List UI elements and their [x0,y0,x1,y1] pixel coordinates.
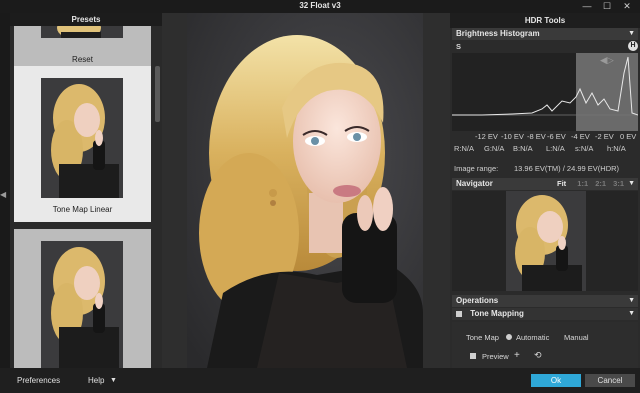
preset-label: Reset [72,55,93,64]
minimize-button[interactable]: — [578,0,596,13]
operations-title: Operations [456,296,499,305]
image-canvas[interactable] [162,13,450,368]
image-range-label: Image range: [454,164,499,173]
portrait-thumbnail-image [41,241,123,368]
preview-checkbox[interactable] [470,353,476,359]
readout-b: B:N/A [513,144,533,153]
preset-card-3[interactable] [14,229,151,368]
automatic-radio[interactable] [506,334,512,340]
preset-thumbnail [41,241,123,368]
window-title: 32 Float v3 [299,1,341,10]
readout-l: L:N/A [546,144,565,153]
shadow-marker[interactable]: S [456,42,461,51]
presets-header: Presets [10,13,162,26]
ev-label: -10 EV [501,132,524,141]
preset-thumbnail [41,78,123,198]
title-bar: 32 Float v3 — ☐ ✕ [0,0,640,13]
readout-r: R:N/A [454,144,475,153]
zoom-3-1[interactable]: 3:1 [613,179,624,188]
histogram-title: Brightness Histogram [456,29,540,38]
svg-text:◀▷: ◀▷ [600,56,614,66]
portrait-thumbnail-image [41,78,123,198]
preferences-button[interactable]: Preferences [17,376,60,385]
automatic-label[interactable]: Automatic [516,333,549,342]
ev-label: -2 EV [595,132,614,141]
operations-section-header[interactable]: Operations ▼ [452,295,638,307]
presets-scrollbar[interactable] [153,26,162,368]
tone-map-label: Tone Map [466,333,499,342]
pixel-readouts: R:N/A G:N/A B:N/A L:N/A s:N/A h:N/A [450,144,640,155]
readout-s: s:N/A [575,144,594,153]
close-button[interactable]: ✕ [618,0,636,13]
zoom-1-1[interactable]: 1:1 [577,179,588,188]
reset-icon[interactable]: ⟲ [534,350,542,361]
collapse-triangle-icon[interactable]: ▼ [628,295,635,307]
tone-mapping-header[interactable]: Tone Mapping ▼ [452,308,638,320]
image-range-value: 13.96 EV(TM) / 24.99 EV(HDR) [514,164,620,173]
add-icon[interactable]: + [514,350,520,361]
navigator-section-header[interactable]: Navigator Fit 1:1 2:1 3:1 ▼ [452,178,638,190]
preset-thumbnail [41,26,123,38]
navigator-zoom-controls: Fit 1:1 2:1 3:1 [557,178,624,190]
maximize-button[interactable]: ☐ [598,0,616,13]
portrait-thumbnail-image [41,26,123,38]
tone-mapping-options: Tone Map Automatic Manual Preview + ⟲ [452,322,638,368]
zoom-2-1[interactable]: 2:1 [595,179,606,188]
ev-label: -12 EV [475,132,498,141]
scrollbar-thumb[interactable] [155,66,160,122]
tone-mapping-title: Tone Mapping [470,309,524,318]
collapse-triangle-icon[interactable]: ▼ [628,28,635,40]
bottom-bar: Preferences Help ▼ Ok Cancel [0,368,640,393]
ev-scale: -12 EV -10 EV -8 EV -6 EV -4 EV -2 EV 0 … [450,132,640,143]
tone-mapping-enable-checkbox[interactable] [456,310,462,317]
main-photo [187,13,423,368]
preset-label: Tone Map Linear [52,205,113,214]
hdr-tools-header: HDR Tools [450,13,640,28]
navigator-title: Navigator [456,179,493,188]
presets-panel: Presets Reset Tone Map Linear [10,13,162,368]
readout-g: G:N/A [484,144,505,153]
preset-tone-map-linear[interactable]: Tone Map Linear [14,66,151,222]
collapse-triangle-icon[interactable]: ▼ [628,178,635,190]
histogram-graph: ◀▷ [452,53,639,131]
readout-h: h:N/A [607,144,626,153]
ok-button[interactable]: Ok [531,374,581,387]
collapse-triangle-icon[interactable]: ▼ [628,308,635,320]
ev-label: 0 EV [620,132,637,141]
histogram-section-header[interactable]: Brightness Histogram ▼ [452,28,638,40]
brightness-histogram[interactable]: ◀▷ [452,53,639,131]
hdr-tools-panel: HDR Tools Brightness Histogram ▼ S H ◀▷ … [450,13,640,368]
zoom-fit[interactable]: Fit [557,179,566,188]
portrait-thumbnail-image [506,191,586,291]
cancel-button[interactable]: Cancel [585,374,635,387]
image-range: Image range: 13.96 EV(TM) / 24.99 EV(HDR… [454,164,638,173]
ev-label: -6 EV [547,132,566,141]
navigator-preview[interactable] [452,191,638,291]
ev-label: -4 EV [571,132,590,141]
preview-label[interactable]: Preview [482,352,509,361]
collapse-left-icon[interactable]: ◀ [0,190,6,199]
manual-label[interactable]: Manual [564,333,589,342]
portrait-photo-image [187,13,423,368]
navigator-thumbnail [506,191,586,291]
help-button[interactable]: Help [88,376,104,385]
help-dropdown-icon[interactable]: ▼ [110,377,117,384]
highlight-marker[interactable]: H [628,41,638,51]
ev-label: -8 EV [527,132,546,141]
